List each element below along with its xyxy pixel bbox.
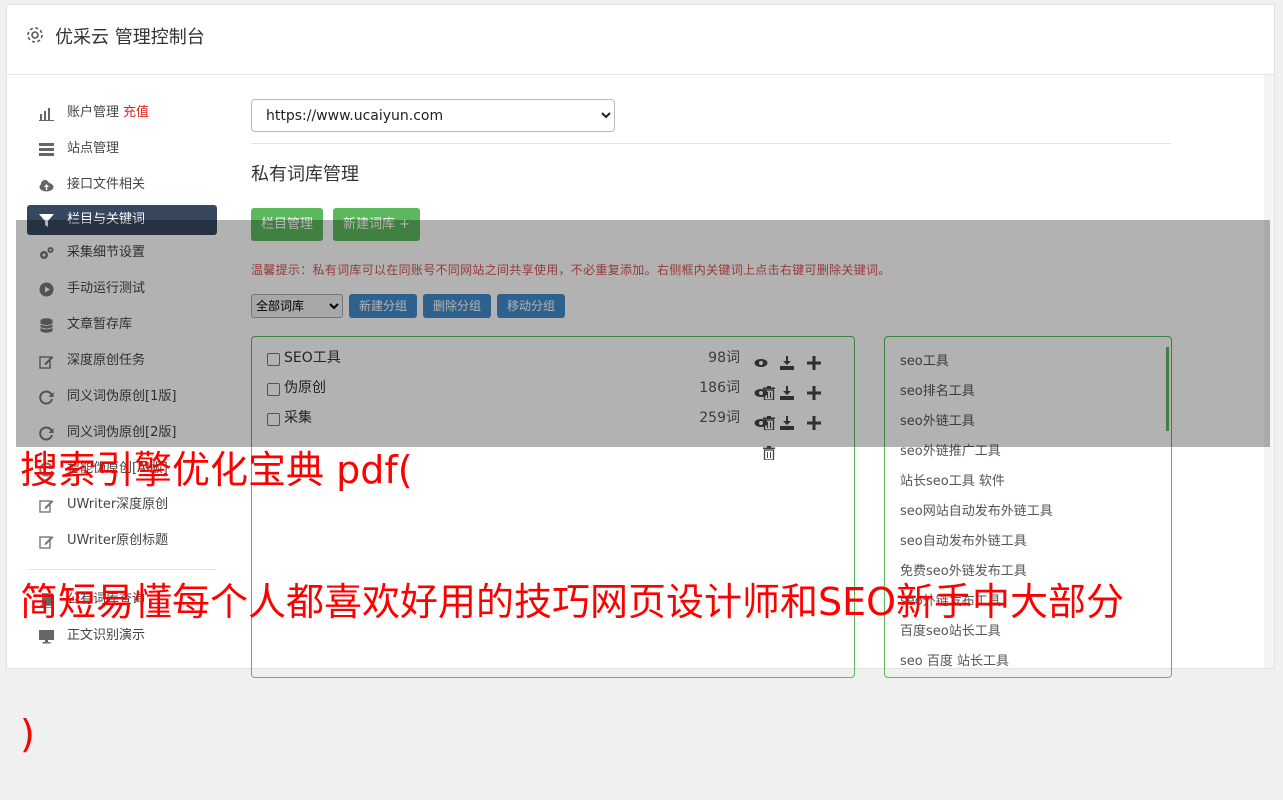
- gear-icon: [27, 27, 43, 43]
- page-title: 私有词库管理: [251, 164, 359, 185]
- banner-line-3: ): [20, 712, 35, 756]
- divider: [251, 143, 1171, 144]
- app-title: 优采云 管理控制台: [55, 27, 205, 48]
- bar-chart-icon: [39, 108, 54, 121]
- top-bar: 优采云 管理控制台: [7, 5, 1274, 75]
- recharge-link[interactable]: 充值: [123, 105, 149, 120]
- sidebar-item-label: 接口文件相关: [67, 177, 146, 192]
- sidebar-item-sites[interactable]: 站点管理: [27, 131, 217, 167]
- site-select[interactable]: https://www.ucaiyun.com: [251, 99, 615, 132]
- sidebar-item-interface-files[interactable]: 接口文件相关: [27, 167, 217, 203]
- overlay-banner-text: 搜索引擎优化宝典 pdf( 简短易懂每个人都喜欢好用的技巧网页设计师和SEO新手…: [20, 360, 1124, 800]
- sidebar-item-label: 账户管理: [67, 105, 120, 120]
- banner-line-1: 搜索引擎优化宝典 pdf(: [20, 448, 413, 492]
- cloud-upload-icon: [39, 180, 54, 192]
- server-icon: [39, 143, 54, 156]
- sidebar-item-account[interactable]: 账户管理 充值: [27, 95, 217, 131]
- sidebar-item-label: 站点管理: [67, 141, 120, 156]
- banner-line-2: 简短易懂每个人都喜欢好用的技巧网页设计师和SEO新手中大部分: [20, 580, 1125, 624]
